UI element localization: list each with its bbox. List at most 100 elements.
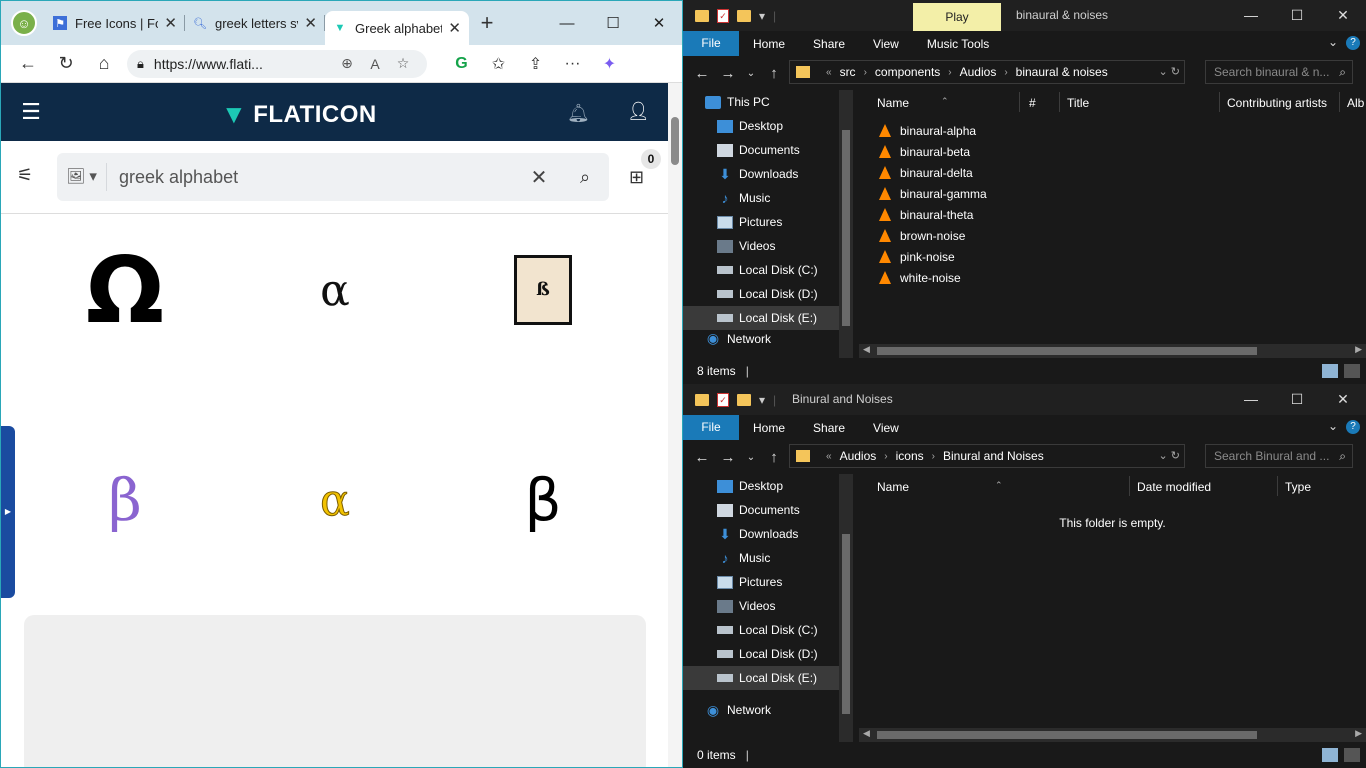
nav-documents[interactable]: Documents bbox=[683, 498, 855, 522]
search-field[interactable]: Search Binural and ... ⌕ bbox=[1205, 444, 1353, 468]
collapse-ribbon-icon[interactable]: ⌄ bbox=[1328, 35, 1338, 49]
column-name[interactable]: Name bbox=[877, 480, 909, 494]
search-field[interactable]: Search binaural & n... ⌕ bbox=[1205, 60, 1353, 84]
minimize-icon[interactable]: — bbox=[1228, 384, 1274, 415]
home-icon[interactable]: ⌂ bbox=[85, 53, 123, 74]
scrollbar-thumb[interactable] bbox=[671, 117, 679, 165]
properties-icon[interactable]: ✓ bbox=[717, 392, 729, 407]
nav-music[interactable]: ♪ Music bbox=[683, 546, 855, 570]
nav-network[interactable]: ◉ Network bbox=[683, 330, 855, 346]
refresh-icon[interactable]: ↻ bbox=[47, 53, 85, 74]
share-icon[interactable]: ⇪ bbox=[517, 54, 554, 74]
tab-share[interactable]: Share bbox=[799, 421, 859, 435]
nav-documents[interactable]: Documents bbox=[683, 138, 855, 162]
column-album[interactable]: Alb bbox=[1347, 96, 1364, 110]
chevron-right-icon[interactable]: › bbox=[864, 67, 867, 78]
nav-network[interactable]: ◉ Network bbox=[683, 698, 855, 722]
nav-pictures[interactable]: Pictures bbox=[683, 570, 855, 594]
list-item[interactable]: binaural-beta bbox=[859, 141, 1366, 162]
grammarly-icon[interactable]: G bbox=[443, 55, 480, 73]
nav-disk-d[interactable]: Local Disk (D:) bbox=[683, 282, 855, 306]
nav-disk-e[interactable]: Local Disk (E:) bbox=[683, 306, 839, 330]
nav-scrollbar[interactable] bbox=[839, 474, 853, 742]
more-icon[interactable]: ··· bbox=[554, 55, 591, 73]
maximize-icon[interactable]: ☐ bbox=[1274, 0, 1320, 31]
list-item[interactable]: binaural-gamma bbox=[859, 183, 1366, 204]
copilot-icon[interactable]: ✦ bbox=[591, 54, 628, 74]
tab-file[interactable]: File bbox=[683, 415, 739, 440]
nav-disk-d[interactable]: Local Disk (D:) bbox=[683, 642, 855, 666]
nav-pictures[interactable]: Pictures bbox=[683, 210, 855, 234]
horizontal-scrollbar[interactable]: ◀ ▶ bbox=[859, 344, 1366, 358]
favorites-icon[interactable]: ✩ bbox=[480, 54, 517, 74]
search-input[interactable] bbox=[107, 166, 517, 188]
chevron-right-icon[interactable]: › bbox=[948, 67, 951, 78]
chevron-right-icon[interactable]: › bbox=[932, 451, 935, 462]
menu-icon[interactable]: ☰ bbox=[1, 99, 61, 125]
search-icon[interactable]: ⌕ bbox=[1339, 445, 1346, 467]
details-view-icon[interactable] bbox=[1322, 364, 1338, 378]
maximize-icon[interactable]: ☐ bbox=[1274, 384, 1320, 415]
close-window-icon[interactable]: ✕ bbox=[636, 14, 682, 32]
side-panel-toggle[interactable]: ▶ bbox=[1, 426, 15, 598]
recent-icon[interactable]: ⌄ bbox=[741, 68, 761, 79]
chevron-right-icon[interactable]: › bbox=[884, 451, 887, 462]
column-type[interactable]: Type bbox=[1285, 480, 1311, 494]
chevron-right-icon[interactable]: › bbox=[1004, 67, 1007, 78]
help-icon[interactable]: ? bbox=[1346, 36, 1360, 50]
url-bar[interactable]: 🔒︎ https://www.flati... ⊕ A ☆ bbox=[127, 49, 427, 78]
column-date-modified[interactable]: Date modified bbox=[1137, 480, 1211, 494]
nav-desktop[interactable]: Desktop bbox=[683, 474, 855, 498]
scrollbar-thumb[interactable] bbox=[877, 731, 1257, 739]
breadcrumb[interactable]: « Audios › icons › Binural and Noises ⌄ … bbox=[789, 444, 1185, 468]
dropdown-refresh-icon[interactable]: ⌄ ↻ bbox=[1159, 449, 1181, 462]
scrollbar-thumb[interactable] bbox=[842, 534, 850, 714]
new-folder-icon[interactable] bbox=[737, 9, 751, 22]
minimize-icon[interactable]: — bbox=[1228, 0, 1274, 31]
list-item[interactable]: binaural-alpha bbox=[859, 120, 1366, 141]
overflow-icon[interactable]: « bbox=[826, 451, 832, 462]
page-scrollbar[interactable] bbox=[668, 83, 682, 767]
large-icons-view-icon[interactable] bbox=[1344, 364, 1360, 378]
maximize-icon[interactable]: ☐ bbox=[590, 14, 636, 32]
large-icons-view-icon[interactable] bbox=[1344, 748, 1360, 762]
forward-icon[interactable]: → bbox=[715, 65, 741, 82]
icon-result-beta[interactable]: β bbox=[439, 425, 647, 575]
properties-icon[interactable]: ✓ bbox=[717, 8, 729, 23]
close-icon[interactable]: ✕ bbox=[1320, 0, 1366, 31]
image-search-icon[interactable]: 🖼︎ ▾ bbox=[57, 163, 107, 191]
scroll-left-icon[interactable]: ◀ bbox=[863, 344, 870, 355]
breadcrumb-item[interactable]: icons bbox=[896, 449, 924, 463]
collapse-ribbon-icon[interactable]: ⌄ bbox=[1328, 419, 1338, 433]
zoom-icon[interactable]: ⊕ bbox=[333, 55, 361, 72]
overflow-icon[interactable]: « bbox=[826, 67, 832, 78]
breadcrumb-item[interactable]: components bbox=[875, 65, 940, 79]
column-contributing-artists[interactable]: Contributing artists bbox=[1227, 96, 1327, 110]
breadcrumb-item[interactable]: Audios bbox=[840, 449, 877, 463]
column-name[interactable]: Name bbox=[877, 96, 909, 110]
dropdown-refresh-icon[interactable]: ⌄ ↻ bbox=[1159, 65, 1181, 78]
recent-icon[interactable]: ⌄ bbox=[741, 452, 761, 463]
filters-icon[interactable]: ⚟ bbox=[17, 165, 33, 186]
close-icon[interactable]: ✕ bbox=[1320, 384, 1366, 415]
breadcrumb-item[interactable]: Binural and Noises bbox=[943, 449, 1044, 463]
customize-icon[interactable]: ▾ bbox=[759, 393, 765, 407]
column-number[interactable]: # bbox=[1029, 96, 1036, 110]
scroll-left-icon[interactable]: ◀ bbox=[863, 728, 870, 739]
icon-result-omega[interactable]: Ω bbox=[21, 215, 229, 365]
tab-music-tools[interactable]: Music Tools bbox=[913, 37, 1003, 51]
nav-videos[interactable]: Videos bbox=[683, 234, 855, 258]
scrollbar-thumb[interactable] bbox=[877, 347, 1257, 355]
bell-icon[interactable]: 🔔︎ bbox=[567, 103, 590, 124]
icon-result-beta-gradient[interactable]: β bbox=[21, 425, 229, 575]
customize-icon[interactable]: ▾ bbox=[759, 9, 765, 23]
search-icon[interactable]: ⌕ bbox=[561, 167, 609, 188]
list-item[interactable]: binaural-theta bbox=[859, 204, 1366, 225]
list-item[interactable]: brown-noise bbox=[859, 225, 1366, 246]
new-folder-icon[interactable] bbox=[737, 393, 751, 406]
forward-icon[interactable]: → bbox=[715, 449, 741, 466]
nav-disk-c[interactable]: Local Disk (C:) bbox=[683, 258, 855, 282]
tab-free-icons[interactable]: ⚑ Free Icons | For ✕ bbox=[45, 6, 185, 40]
nav-disk-e[interactable]: Local Disk (E:) bbox=[683, 666, 839, 690]
tab-home[interactable]: Home bbox=[739, 421, 799, 435]
